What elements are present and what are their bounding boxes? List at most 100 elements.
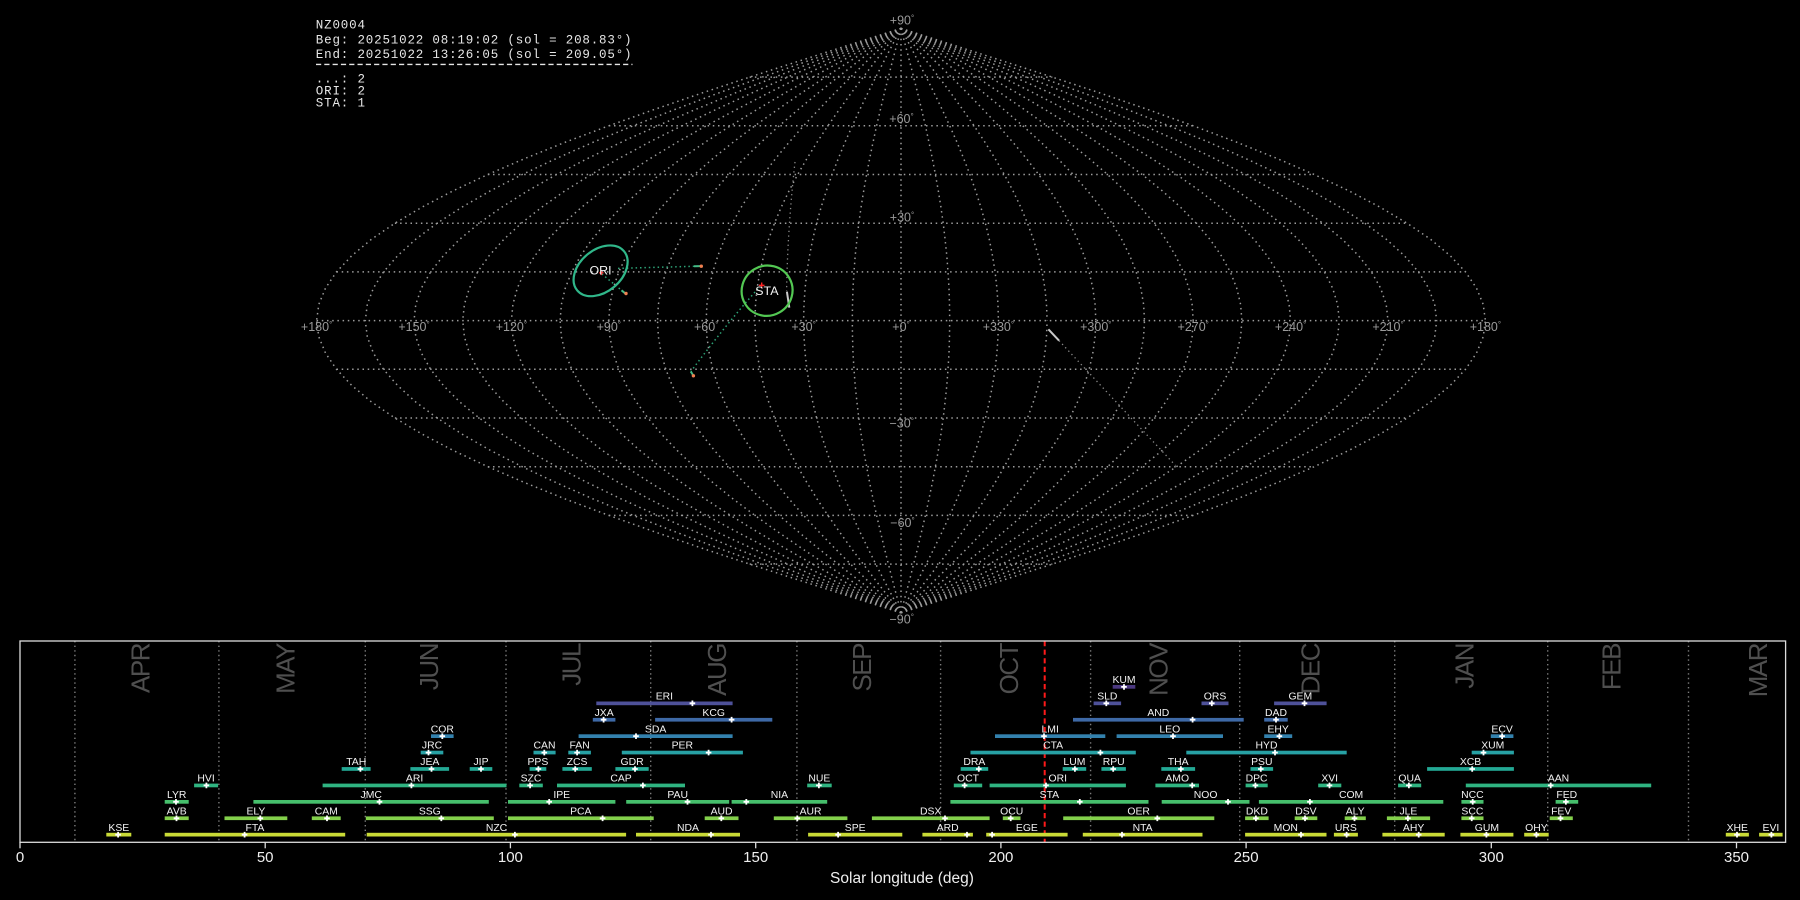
svg-text:OCT: OCT (994, 642, 1024, 694)
svg-text:OER: OER (1127, 806, 1150, 817)
svg-text:CTA: CTA (1043, 741, 1063, 752)
svg-text:100: 100 (498, 849, 523, 866)
svg-text:OCU: OCU (1000, 806, 1023, 817)
svg-text:JUL: JUL (557, 643, 587, 686)
svg-text:QUA: QUA (1398, 774, 1421, 785)
svg-text:JLE: JLE (1399, 806, 1417, 817)
svg-text:JIP: JIP (473, 757, 488, 768)
svg-text:JRC: JRC (422, 741, 443, 752)
svg-text:KCG: KCG (702, 708, 725, 719)
svg-text:ORS: ORS (1204, 691, 1227, 702)
svg-text:CAM: CAM (315, 806, 338, 817)
svg-text:CAN: CAN (534, 741, 556, 752)
svg-text:URS: URS (1335, 823, 1357, 834)
svg-text:STA: STA (1040, 790, 1060, 801)
svg-text:JMC: JMC (361, 790, 383, 801)
svg-text:AVB: AVB (167, 806, 187, 817)
svg-text:+180°: +180° (301, 320, 332, 334)
svg-text:SCC: SCC (1461, 806, 1483, 817)
svg-text:ARD: ARD (937, 823, 959, 834)
svg-text:0: 0 (16, 849, 24, 866)
svg-text:ZCS: ZCS (567, 757, 588, 768)
svg-text:RPU: RPU (1103, 757, 1125, 768)
svg-text:LUM: LUM (1063, 757, 1085, 768)
svg-text:APR: APR (125, 643, 155, 693)
svg-text:DEC: DEC (1296, 643, 1326, 694)
svg-text:FEV: FEV (1551, 806, 1571, 817)
svg-text:SDA: SDA (645, 724, 666, 735)
svg-text:COR: COR (431, 724, 455, 735)
svg-text:HYD: HYD (1256, 741, 1278, 752)
svg-text:CAP: CAP (610, 774, 631, 785)
svg-text:PCA: PCA (570, 806, 591, 817)
svg-text:EGE: EGE (1016, 823, 1038, 834)
svg-text:JEA: JEA (420, 757, 439, 768)
svg-text:GEM: GEM (1288, 691, 1312, 702)
svg-text:DPC: DPC (1246, 774, 1268, 785)
svg-text:DSV: DSV (1295, 806, 1316, 817)
svg-text:SSG: SSG (419, 806, 441, 817)
svg-text:NOV: NOV (1144, 642, 1174, 696)
svg-text:THA: THA (1168, 757, 1189, 768)
svg-text:300: 300 (1479, 849, 1504, 866)
svg-text:LYR: LYR (167, 790, 187, 801)
svg-text:+270°: +270° (1178, 320, 1209, 334)
svg-text:MON: MON (1274, 823, 1298, 834)
svg-text:ALY: ALY (1346, 806, 1365, 817)
svg-text:DKD: DKD (1246, 806, 1268, 817)
svg-text:LMI: LMI (1042, 724, 1059, 735)
svg-text:STA: STA (755, 284, 779, 298)
svg-text:End: 20251022 13:26:05 (sol =: End: 20251022 13:26:05 (sol = 209.05°) (316, 48, 633, 62)
svg-text:XHE: XHE (1727, 823, 1748, 834)
svg-text:FEB: FEB (1596, 644, 1626, 690)
svg-text:SZC: SZC (521, 774, 542, 785)
svg-text:IPE: IPE (553, 790, 570, 801)
svg-text:XCB: XCB (1460, 757, 1481, 768)
svg-text:HVI: HVI (197, 774, 214, 785)
svg-text:ELY: ELY (246, 806, 265, 817)
svg-text:SPE: SPE (845, 823, 866, 834)
svg-text:NCC: NCC (1461, 790, 1484, 801)
svg-text:+60°: +60° (694, 320, 718, 334)
svg-text:DAD: DAD (1265, 708, 1287, 719)
svg-text:NUE: NUE (808, 774, 830, 785)
svg-text:EVI: EVI (1763, 823, 1780, 834)
svg-text:JAN: JAN (1450, 644, 1480, 689)
svg-text:150: 150 (743, 849, 768, 866)
svg-text:STA: 1: STA: 1 (316, 97, 366, 111)
svg-text:DSX: DSX (920, 806, 941, 817)
svg-text:FED: FED (1556, 790, 1577, 801)
svg-text:ORI: ORI (589, 263, 611, 277)
svg-text:LEO: LEO (1159, 724, 1180, 735)
svg-text:FTA: FTA (245, 823, 264, 834)
svg-text:+60°: +60° (889, 112, 913, 126)
svg-text:250: 250 (1234, 849, 1259, 866)
svg-text:OHY: OHY (1525, 823, 1548, 834)
svg-text:DRA: DRA (963, 757, 985, 768)
svg-text:+180°: +180° (1470, 320, 1501, 334)
svg-text:AUD: AUD (711, 806, 733, 817)
svg-text:PAU: PAU (667, 790, 688, 801)
svg-text:PPS: PPS (528, 757, 549, 768)
svg-text:GDR: GDR (621, 757, 645, 768)
svg-text:ECV: ECV (1491, 724, 1512, 735)
svg-text:350: 350 (1724, 849, 1749, 866)
svg-text:PSU: PSU (1251, 757, 1272, 768)
svg-text:+300°: +300° (1080, 320, 1111, 334)
svg-text:−30°: −30° (889, 416, 913, 430)
svg-text:AAN: AAN (1548, 774, 1569, 785)
svg-text:KSE: KSE (108, 823, 129, 834)
svg-text:NTA: NTA (1133, 823, 1153, 834)
svg-text:ORI: ORI (1049, 774, 1067, 785)
svg-text:TAH: TAH (346, 757, 366, 768)
svg-text:+150°: +150° (398, 320, 429, 334)
svg-text:200: 200 (988, 849, 1013, 866)
svg-text:SLD: SLD (1097, 691, 1117, 702)
svg-text:Solar longitude (deg): Solar longitude (deg) (830, 870, 974, 887)
svg-text:JXA: JXA (595, 708, 614, 719)
svg-text:XVI: XVI (1321, 774, 1338, 785)
svg-text:NZ0004: NZ0004 (316, 19, 366, 33)
svg-text:NOO: NOO (1194, 790, 1218, 801)
svg-text:NDA: NDA (677, 823, 699, 834)
svg-text:FAN: FAN (569, 741, 589, 752)
